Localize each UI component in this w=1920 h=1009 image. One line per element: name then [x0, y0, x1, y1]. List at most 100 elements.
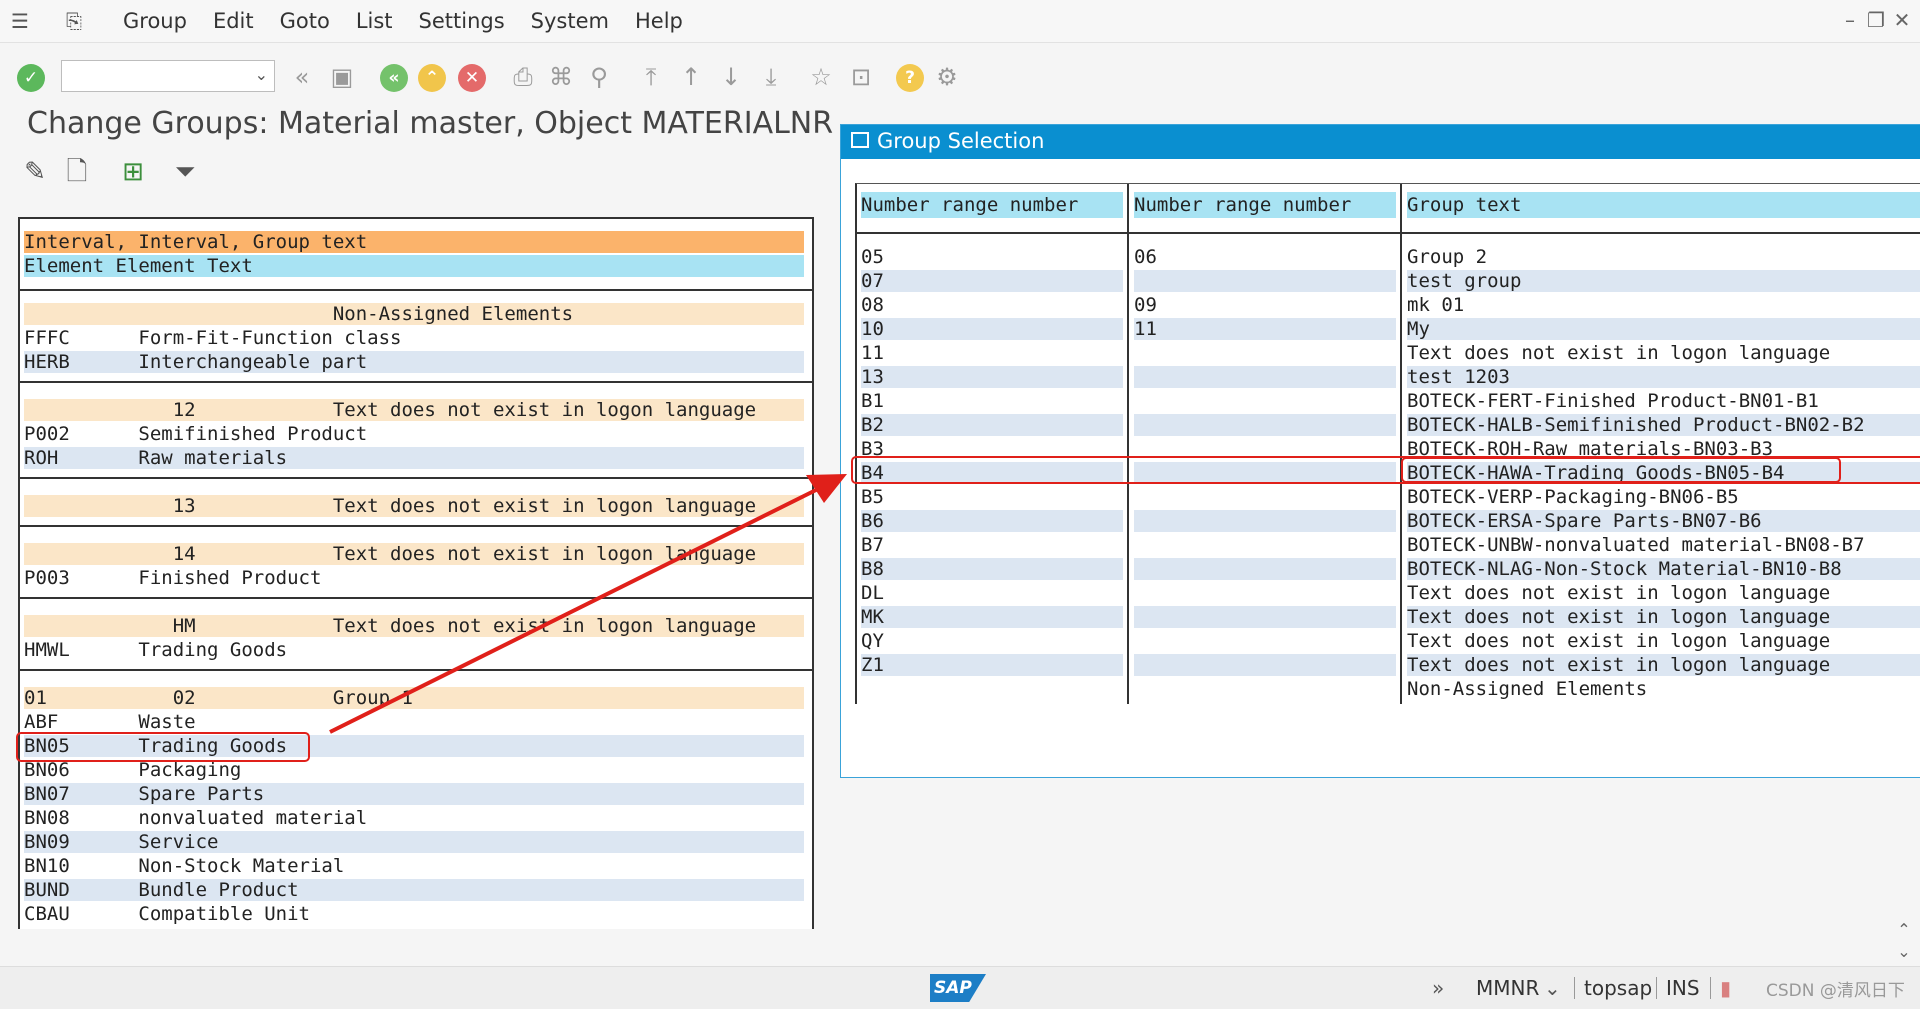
range-to-cell[interactable] — [1134, 486, 1396, 508]
dialog-titlebar[interactable]: Group Selection — [841, 125, 1920, 159]
range-to-cell[interactable]: 11 — [1134, 318, 1396, 340]
range-to-cell[interactable] — [1134, 606, 1396, 628]
range-from-cell[interactable]: 08 — [861, 294, 1123, 316]
range-to-cell[interactable] — [1134, 630, 1396, 652]
range-to-cell[interactable] — [1134, 678, 1396, 700]
hierarchy-icon[interactable]: ⊞ — [118, 156, 148, 188]
filter-icon[interactable]: ⏷ — [170, 156, 200, 188]
list-item[interactable]: BN07 Spare Parts — [24, 783, 804, 805]
menu-edit[interactable]: Edit — [200, 0, 267, 42]
list-item[interactable]: FFFC Form-Fit-Function class — [24, 327, 804, 349]
edit-icon[interactable]: ✎ — [20, 156, 50, 188]
list-item[interactable]: HERB Interchangeable part — [24, 351, 804, 373]
scroll-down-icon[interactable]: ⌄ — [1894, 942, 1914, 962]
range-from-cell[interactable]: 13 — [861, 366, 1123, 388]
save-icon[interactable]: ▣ — [327, 61, 357, 93]
range-to-cell[interactable] — [1134, 558, 1396, 580]
group-text-cell[interactable]: Text does not exist in logon language — [1407, 342, 1920, 364]
range-from-cell[interactable]: QY — [861, 630, 1123, 652]
group-text-cell[interactable]: My — [1407, 318, 1920, 340]
range-to-cell[interactable] — [1134, 654, 1396, 676]
range-to-cell[interactable] — [1134, 534, 1396, 556]
menu-settings[interactable]: Settings — [406, 0, 518, 42]
group-text-cell[interactable]: Text does not exist in logon language — [1407, 606, 1920, 628]
group-text-cell[interactable]: Text does not exist in logon language — [1407, 630, 1920, 652]
exit-icon[interactable]: ⌃ — [418, 64, 446, 92]
last-page-icon[interactable]: ⤓ — [756, 61, 786, 93]
shortcut-icon[interactable]: ⊡ — [846, 61, 876, 93]
menu-group[interactable]: Group — [110, 0, 200, 42]
list-item[interactable]: BN08 nonvaluated material — [24, 807, 804, 829]
range-from-cell[interactable]: DL — [861, 582, 1123, 604]
create-session-icon[interactable]: ☆ — [806, 61, 836, 93]
enter-icon[interactable]: ✓ — [17, 64, 45, 92]
chevron-down-icon[interactable]: ⌄ — [255, 65, 268, 84]
command-field[interactable]: ⌄ — [61, 60, 275, 92]
previous-page-icon[interactable]: ↑ — [676, 61, 706, 93]
back-icon[interactable]: « — [380, 64, 408, 92]
range-to-cell[interactable] — [1134, 390, 1396, 412]
range-to-cell[interactable] — [1134, 270, 1396, 292]
list-item[interactable]: P003 Finished Product — [24, 567, 804, 589]
group-text-cell[interactable]: BOTECK-NLAG-Non-Stock Material-BN10-B8 — [1407, 558, 1920, 580]
back-arrow-icon[interactable]: « — [287, 61, 317, 93]
find-icon[interactable]: ⌘ — [546, 61, 576, 93]
group-header-row[interactable]: 01 02 Group 1 — [24, 687, 804, 709]
list-item[interactable]: BN09 Service — [24, 831, 804, 853]
new-document-icon[interactable]: 🗋 — [62, 156, 92, 188]
list-item[interactable]: CBAU Compatible Unit — [24, 903, 804, 925]
range-to-cell[interactable] — [1134, 582, 1396, 604]
find-next-icon[interactable]: ⚲ — [584, 61, 614, 93]
group-header-row[interactable]: 14 Text does not exist in logon language — [24, 543, 804, 565]
range-to-cell[interactable]: 09 — [1134, 294, 1396, 316]
close-icon[interactable]: ✕ — [1888, 8, 1916, 32]
system-menu-icon[interactable]: ☰ — [8, 9, 32, 33]
range-from-cell[interactable]: 11 — [861, 342, 1123, 364]
range-from-cell[interactable]: B2 — [861, 414, 1123, 436]
range-to-cell[interactable]: 06 — [1134, 246, 1396, 268]
range-from-cell[interactable] — [861, 678, 1123, 700]
range-from-cell[interactable]: 07 — [861, 270, 1123, 292]
group-text-cell[interactable]: test 1203 — [1407, 366, 1920, 388]
menu-system[interactable]: System — [518, 0, 622, 42]
group-header-row[interactable]: HM Text does not exist in logon language — [24, 615, 804, 637]
menu-goto[interactable]: Goto — [267, 0, 343, 42]
group-text-cell[interactable]: mk 01 — [1407, 294, 1920, 316]
range-to-cell[interactable] — [1134, 414, 1396, 436]
group-header-row[interactable]: Non-Assigned Elements — [24, 303, 804, 325]
group-text-cell[interactable]: Non-Assigned Elements — [1407, 678, 1920, 700]
list-item[interactable]: ABF Waste — [24, 711, 804, 733]
list-item[interactable]: P002 Semifinished Product — [24, 423, 804, 445]
range-from-cell[interactable]: B8 — [861, 558, 1123, 580]
list-item[interactable]: BN10 Non-Stock Material — [24, 855, 804, 877]
group-text-cell[interactable]: BOTECK-VERP-Packaging-BN06-B5 — [1407, 486, 1920, 508]
group-text-cell[interactable]: BOTECK-UNBW-nonvaluated material-BN08-B7 — [1407, 534, 1920, 556]
range-from-cell[interactable]: Z1 — [861, 654, 1123, 676]
group-text-cell[interactable]: BOTECK-HALB-Semifinished Product-BN02-B2 — [1407, 414, 1920, 436]
group-text-cell[interactable]: Text does not exist in logon language — [1407, 582, 1920, 604]
group-header-row[interactable]: 13 Text does not exist in logon language — [24, 495, 804, 517]
range-from-cell[interactable]: 10 — [861, 318, 1123, 340]
group-text-cell[interactable]: Group 2 — [1407, 246, 1920, 268]
list-item[interactable]: BUND Bundle Product — [24, 879, 804, 901]
customize-layout-icon[interactable]: ⚙ — [932, 61, 962, 93]
layout-icon[interactable]: ⎘ — [62, 9, 86, 33]
range-from-cell[interactable]: MK — [861, 606, 1123, 628]
minimize-icon[interactable]: – — [1836, 8, 1864, 32]
expand-status-icon[interactable]: » — [1432, 976, 1444, 1000]
group-text-cell[interactable]: test group — [1407, 270, 1920, 292]
print-icon[interactable]: ⎙ — [508, 61, 538, 93]
range-from-cell[interactable]: B1 — [861, 390, 1123, 412]
first-page-icon[interactable]: ⤒ — [636, 61, 666, 93]
transaction-dropdown-icon[interactable]: ⌄ — [1544, 976, 1561, 1000]
cancel-icon[interactable]: ✕ — [458, 64, 486, 92]
range-to-cell[interactable] — [1134, 366, 1396, 388]
maximize-icon[interactable]: ❐ — [1862, 8, 1890, 32]
group-text-cell[interactable]: BOTECK-ERSA-Spare Parts-BN07-B6 — [1407, 510, 1920, 532]
help-icon[interactable]: ? — [896, 64, 924, 92]
range-from-cell[interactable]: B6 — [861, 510, 1123, 532]
scroll-up-icon[interactable]: ⌃ — [1894, 920, 1914, 940]
range-from-cell[interactable]: B7 — [861, 534, 1123, 556]
next-page-icon[interactable]: ↓ — [716, 61, 746, 93]
list-item[interactable]: ROH Raw materials — [24, 447, 804, 469]
